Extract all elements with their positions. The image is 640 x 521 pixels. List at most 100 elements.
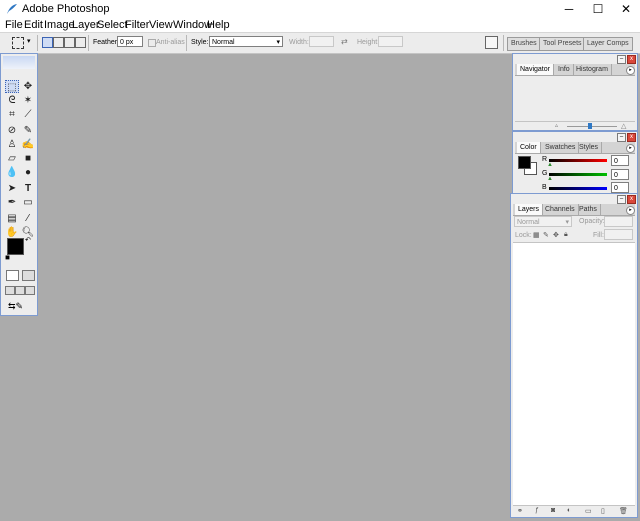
tab-styles[interactable]: Styles <box>576 142 603 153</box>
full-screen-icon[interactable] <box>25 286 35 295</box>
zoom-slider-thumb[interactable] <box>588 123 592 129</box>
shape-tool-icon[interactable]: ▭ <box>21 196 35 209</box>
well-brushes[interactable]: Brushes <box>507 37 541 51</box>
dodge-tool-icon[interactable]: ● <box>21 166 35 179</box>
layer-mask-icon[interactable]: ◙ <box>551 507 555 514</box>
menu-view[interactable]: View <box>149 19 173 31</box>
clone-stamp-tool-icon[interactable]: ♙ <box>5 138 19 151</box>
gradient-tool-icon[interactable]: ■ <box>21 152 35 165</box>
standard-mode-icon[interactable] <box>6 270 19 281</box>
jump-to-imageready-icon[interactable]: ⇆✎ <box>8 301 30 311</box>
new-selection-icon[interactable] <box>42 37 53 48</box>
tab-color[interactable]: Color <box>517 142 541 153</box>
add-to-selection-icon[interactable] <box>53 37 64 48</box>
menu-select[interactable]: Select <box>97 19 128 31</box>
palette-menu-icon[interactable]: ▸ <box>626 66 635 75</box>
eraser-tool-icon[interactable]: ▱ <box>5 152 19 165</box>
slice-tool-icon[interactable]: ⟋ <box>21 108 35 121</box>
tab-channels[interactable]: Channels <box>542 204 579 215</box>
layer-style-icon[interactable]: ƒ <box>535 507 539 514</box>
swap-icon[interactable]: ⇄ <box>341 37 348 46</box>
pen-tool-icon[interactable]: ✒ <box>5 196 19 209</box>
history-brush-tool-icon[interactable]: ✍ <box>21 138 35 151</box>
tab-navigator[interactable]: Navigator <box>517 64 554 75</box>
trash-icon[interactable]: 🗑︎ <box>619 507 628 515</box>
menu-filter[interactable]: Filter <box>125 19 149 31</box>
blend-mode-select[interactable]: Normal ▾ <box>514 216 572 227</box>
foreground-color-swatch[interactable] <box>7 238 24 255</box>
preset-dropdown-arrow-icon[interactable]: ▾ <box>27 37 31 45</box>
brush-tool-icon[interactable]: ✎ <box>21 124 35 137</box>
red-slider[interactable] <box>549 159 607 162</box>
tab-paths[interactable]: Paths <box>576 204 601 215</box>
intersect-selection-icon[interactable] <box>75 37 86 48</box>
file-browser-icon[interactable] <box>485 36 498 49</box>
green-slider[interactable] <box>549 173 607 176</box>
lasso-tool-icon[interactable]: ᘓ <box>5 94 19 107</box>
standard-screen-icon[interactable] <box>5 286 15 295</box>
tab-swatches[interactable]: Swatches <box>542 142 580 153</box>
foreground-color-chip[interactable] <box>518 156 531 169</box>
notes-tool-icon[interactable]: ▤ <box>5 212 19 225</box>
palette-minimize-icon[interactable]: – <box>617 195 626 204</box>
quick-mask-mode-icon[interactable] <box>22 270 35 281</box>
eyedropper-tool-icon[interactable]: ⁄ <box>21 212 35 225</box>
palette-minimize-icon[interactable]: – <box>617 55 626 64</box>
palette-close-icon[interactable]: x <box>627 133 636 142</box>
type-tool-icon[interactable]: T <box>21 182 35 195</box>
lock-transparency-icon[interactable]: ▦ <box>533 231 540 239</box>
blur-tool-icon[interactable]: 💧 <box>5 166 19 179</box>
menu-help[interactable]: Help <box>207 19 230 31</box>
blue-value-input[interactable]: 0 <box>611 182 629 193</box>
new-layer-icon[interactable]: ▯ <box>601 507 605 515</box>
path-selection-tool-icon[interactable]: ➤ <box>5 182 19 195</box>
lock-all-icon[interactable]: 🔒︎ <box>564 231 568 239</box>
subtract-selection-icon[interactable] <box>64 37 75 48</box>
height-input[interactable] <box>378 36 403 47</box>
menu-file[interactable]: File <box>5 19 23 31</box>
zoom-out-icon[interactable]: ▵ <box>555 122 558 129</box>
feather-input[interactable]: 0 px <box>117 36 143 47</box>
well-layer-comps[interactable]: Layer Comps <box>583 37 633 51</box>
minimize-button[interactable]: ─ <box>555 0 583 18</box>
healing-brush-tool-icon[interactable]: ⊘ <box>5 124 19 137</box>
magic-wand-tool-icon[interactable]: ✶ <box>21 94 35 107</box>
link-layers-icon[interactable]: ⚭ <box>517 507 523 515</box>
style-select[interactable]: Normal ▾ <box>209 36 283 47</box>
fill-input[interactable] <box>604 229 633 240</box>
lock-image-icon[interactable]: ✎ <box>543 231 549 239</box>
rectangular-marquee-tool-icon[interactable]: ⬚ <box>5 80 19 93</box>
palette-close-icon[interactable]: x <box>627 55 636 64</box>
tab-histogram[interactable]: Histogram <box>573 64 612 75</box>
well-tool-presets[interactable]: Tool Presets <box>539 37 586 51</box>
new-group-icon[interactable]: ▭ <box>585 507 592 515</box>
palette-close-icon[interactable]: x <box>627 195 636 204</box>
opacity-input[interactable] <box>604 216 633 227</box>
tab-layers[interactable]: Layers <box>515 204 544 215</box>
move-tool-icon[interactable]: ✥ <box>21 80 35 93</box>
maximize-button[interactable]: ☐ <box>584 0 612 18</box>
adjustment-layer-icon[interactable]: ◐ <box>567 507 571 514</box>
red-value-input[interactable]: 0 <box>611 155 629 166</box>
green-value-input[interactable]: 0 <box>611 169 629 180</box>
menu-layer[interactable]: Layer <box>72 19 100 31</box>
menu-image[interactable]: Image <box>44 19 75 31</box>
default-colors-icon[interactable]: ◼ <box>5 254 10 261</box>
red-slider-thumb[interactable]: ▲ <box>547 162 553 168</box>
lock-position-icon[interactable]: ✥ <box>553 231 559 239</box>
close-button[interactable]: ✕ <box>612 0 640 18</box>
crop-tool-icon[interactable]: ⌗ <box>5 108 19 121</box>
toolbox-header-feather-icon[interactable] <box>3 56 35 69</box>
zoom-in-icon[interactable]: △ <box>621 122 626 130</box>
palette-menu-icon[interactable]: ▸ <box>626 206 635 215</box>
tab-info[interactable]: Info <box>555 64 574 75</box>
antialias-checkbox[interactable] <box>148 39 156 47</box>
palette-menu-icon[interactable]: ▸ <box>626 144 635 153</box>
swap-colors-icon[interactable]: ↶ <box>25 236 31 244</box>
width-input[interactable] <box>309 36 334 47</box>
marquee-preset-icon[interactable] <box>12 37 24 49</box>
full-screen-menu-icon[interactable] <box>15 286 25 295</box>
palette-minimize-icon[interactable]: – <box>617 133 626 142</box>
blue-slider[interactable] <box>549 187 607 190</box>
zoom-slider-track[interactable] <box>567 126 617 127</box>
